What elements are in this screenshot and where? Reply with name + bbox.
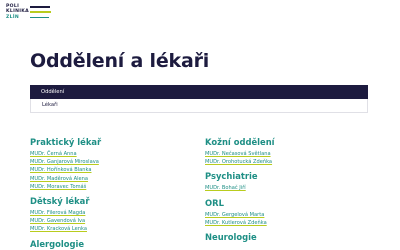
doctor-link[interactable]: MUDr. Ganjarová Miroslava xyxy=(30,159,99,165)
doctor-list-item: MUDr. Maděrová Alena xyxy=(30,175,101,183)
doctor-list-item: MUDr. Kracková Lenka xyxy=(30,225,101,233)
doctor-link[interactable]: MUDr. Kutlerová Zdeňka xyxy=(205,220,267,226)
clinic-logo[interactable]: POLI KLINIKA ZLÍN xyxy=(6,4,54,20)
doctor-list: MUDr. Bohač Jiří xyxy=(205,184,275,192)
tab-doctors[interactable]: Lékaři xyxy=(30,99,368,113)
tab-departments[interactable]: Oddělení xyxy=(30,85,368,99)
doctor-link[interactable]: MUDr. Filerová Magda xyxy=(30,210,85,216)
doctor-list-item: MUDr. Orohotucká Zdeňka xyxy=(205,158,275,166)
departments-column-right: Kožní oddělení MUDr. Nečasová Světlana MUD… xyxy=(205,137,275,247)
department-alergologie: Alergologie xyxy=(30,239,101,249)
department-kozni-oddeleni: Kožní oddělení MUDr. Nečasová Světlana MUD… xyxy=(205,137,275,166)
department-title: Kožní oddělení xyxy=(205,137,275,147)
doctor-list-item: MUDr. Nečasová Světlana xyxy=(205,150,275,158)
doctor-link[interactable]: MUDr. Nečasová Světlana xyxy=(205,151,271,157)
doctor-link[interactable]: MUDr. Hořínková Blanka xyxy=(30,167,91,173)
doctor-link[interactable]: MUDr. Bohač Jiří xyxy=(205,185,246,191)
doctor-link[interactable]: MUDr. Moravec Tomáš xyxy=(30,184,86,190)
doctor-link[interactable]: MUDr. Černá Anna xyxy=(30,151,77,157)
departments-column-left: Praktický lékař MUDr. Černá Anna MUDr. Gan… xyxy=(30,137,101,250)
doctor-list-item: MUDr. Gergelová Marta xyxy=(205,211,275,219)
department-neurologie: Neurologie xyxy=(205,232,275,242)
department-psychiatrie: Psychiatrie MUDr. Bohač Jiří xyxy=(205,171,275,192)
doctor-list-item: MUDr. Gavendová Iva xyxy=(30,217,101,225)
logo-bars xyxy=(30,6,51,22)
doctor-list-item: MUDr. Hořínková Blanka xyxy=(30,166,101,174)
doctor-list-item: MUDr. Ganjarová Miroslava xyxy=(30,158,101,166)
department-detsky-lekar: Dětský lékař MUDr. Filerová Magda MUDr. Ga… xyxy=(30,196,101,234)
doctor-link[interactable]: MUDr. Gergelová Marta xyxy=(205,212,264,218)
logo-bar-lime xyxy=(30,11,51,13)
page-title: Oddělení a lékaři xyxy=(30,50,210,72)
department-title: Psychiatrie xyxy=(205,171,258,182)
doctor-list-item: MUDr. Černá Anna xyxy=(30,150,101,158)
department-title: Praktický lékař xyxy=(30,137,102,147)
doctor-list-item: MUDr. Filerová Magda xyxy=(30,209,101,217)
department-title: Neurologie xyxy=(205,232,257,243)
doctor-list: MUDr. Nečasová Světlana MUDr. Orohotucká … xyxy=(205,150,275,166)
department-title: Alergologie xyxy=(30,238,85,249)
logo-bar-teal xyxy=(30,16,49,19)
doctor-link[interactable]: MUDr. Maděrová Alena xyxy=(30,176,88,182)
doctor-list: MUDr. Filerová Magda MUDr. Gavendová Iva M… xyxy=(30,209,101,234)
logo-bar-navy xyxy=(30,6,50,8)
department-orl: ORL MUDr. Gergelová Marta MUDr. Kutlerová … xyxy=(205,198,275,227)
department-prakticky-lekar: Praktický lékař MUDr. Černá Anna MUDr. Gan… xyxy=(30,137,101,191)
doctor-link[interactable]: MUDr. Gavendová Iva xyxy=(30,218,85,224)
doctor-list-item: MUDr. Kutlerová Zdeňka xyxy=(205,219,275,227)
doctor-list: MUDr. Gergelová Marta MUDr. Kutlerová Zde… xyxy=(205,211,275,227)
doctor-list: MUDr. Černá Anna MUDr. Ganjarová Miroslav… xyxy=(30,150,101,191)
doctor-link[interactable]: MUDr. Orohotucká Zdeňka xyxy=(205,159,272,165)
doctor-list-item: MUDr. Moravec Tomáš xyxy=(30,183,101,191)
doctor-list-item: MUDr. Bohač Jiří xyxy=(205,184,275,192)
department-title: Dětský lékař xyxy=(30,196,90,207)
doctor-link[interactable]: MUDr. Kracková Lenka xyxy=(30,226,87,232)
department-title: ORL xyxy=(205,197,224,208)
